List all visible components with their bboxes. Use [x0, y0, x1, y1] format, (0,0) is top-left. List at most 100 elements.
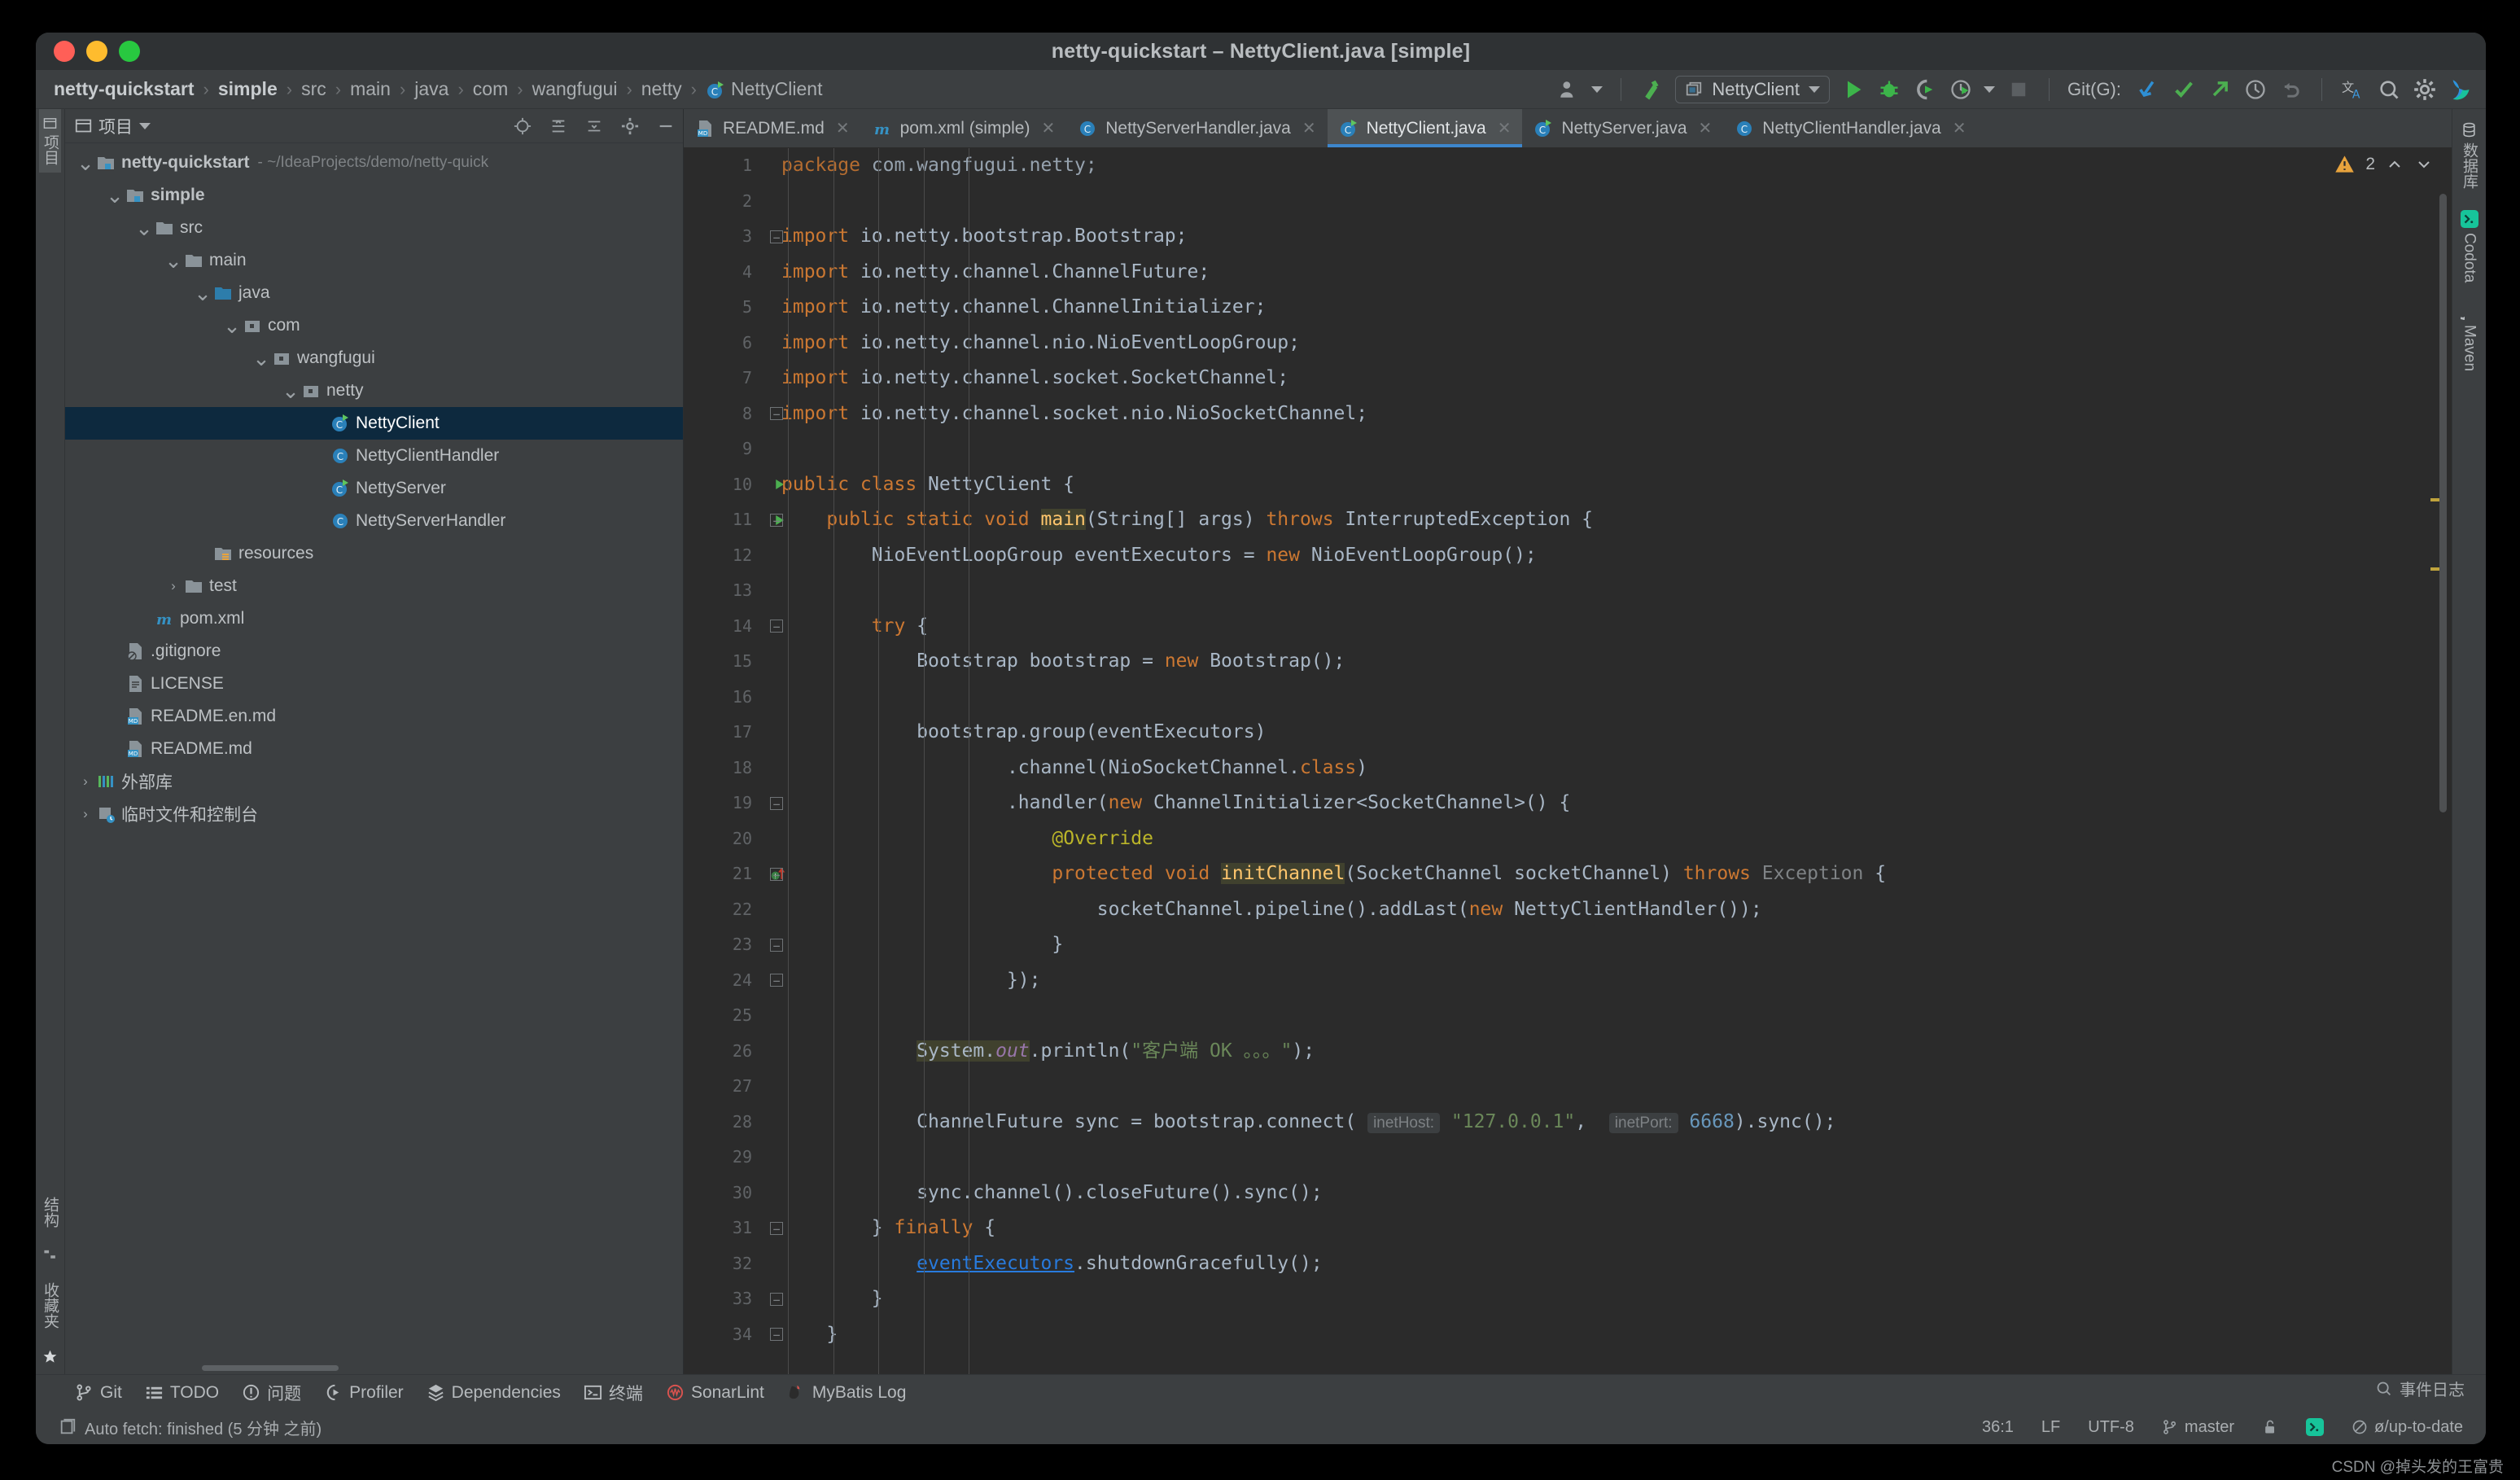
profile-icon[interactable] — [1948, 77, 1973, 102]
code-line[interactable]: .channel(NioSocketChannel.class) — [781, 751, 2424, 786]
tree-node[interactable]: MD README.md — [65, 733, 683, 765]
code-line[interactable] — [781, 1069, 2424, 1105]
tree-node[interactable]: m pom.xml — [65, 602, 683, 635]
tree-node[interactable]: C NettyServer — [65, 472, 683, 505]
code-line[interactable]: import io.netty.bootstrap.Bootstrap; — [781, 219, 2424, 255]
expand-all-icon[interactable] — [549, 117, 567, 135]
code-line[interactable] — [781, 431, 2424, 467]
tree-node[interactable]: C NettyClient — [65, 407, 683, 440]
code-line[interactable]: Bootstrap bootstrap = new Bootstrap(); — [781, 644, 2424, 680]
sidebar-tab-structure[interactable]: 结构 — [39, 1189, 61, 1235]
breadcrumb-item-src[interactable]: src — [298, 78, 330, 100]
line-number[interactable]: 22 — [684, 892, 762, 928]
line-separator[interactable]: LF — [2032, 1418, 2070, 1437]
editor-tab-nettyclient-java[interactable]: C NettyClient.java ✕ — [1327, 109, 1523, 147]
user-dropdown-caret[interactable] — [1591, 85, 1603, 93]
code-line[interactable]: import io.netty.channel.socket.nio.NioSo… — [781, 396, 2424, 432]
project-tree[interactable]: ⌄ netty-quickstart - ~/IdeaProjects/demo/n… — [65, 143, 683, 1374]
line-number[interactable]: 8− — [684, 396, 783, 432]
stop-icon[interactable] — [2006, 77, 2031, 102]
line-number[interactable]: 15 — [684, 644, 762, 680]
code-editor[interactable]: 1 2 3−4 5 6 7 8−9 10 11−12 13 14−15 16 17 18 19−20 21! −… — [684, 148, 2452, 1374]
breadcrumb-item-netty[interactable]: netty — [638, 78, 685, 100]
editor-scrollbar[interactable] — [2439, 194, 2447, 812]
rollback-icon[interactable] — [2278, 77, 2303, 102]
project-tree-horizontal-scrollbar[interactable] — [202, 1365, 339, 1371]
line-number[interactable]: 7 — [684, 361, 762, 396]
breadcrumb-item-simple[interactable]: simple — [215, 78, 281, 100]
codota-status-icon[interactable] — [2296, 1418, 2334, 1436]
line-number[interactable]: 11− — [684, 502, 784, 538]
line-number[interactable]: 26 — [684, 1034, 762, 1070]
close-icon[interactable]: ✕ — [1041, 118, 1055, 138]
breadcrumb-item-com[interactable]: com — [470, 78, 511, 100]
close-icon[interactable]: ✕ — [1699, 118, 1713, 138]
line-number[interactable]: 14− — [684, 609, 783, 645]
code-line[interactable]: socketChannel.pipeline().addLast(new Net… — [781, 892, 2424, 928]
line-number[interactable]: 28 — [684, 1105, 762, 1141]
tree-node[interactable]: resources — [65, 537, 683, 570]
git-commit-icon[interactable] — [2171, 77, 2196, 102]
code-line[interactable] — [781, 184, 2424, 220]
chevron-right-icon[interactable]: › — [164, 578, 182, 594]
bottom-tool--[interactable]: 问题 — [242, 1381, 301, 1405]
readonly-lock-toggle[interactable] — [2252, 1418, 2288, 1436]
code-line[interactable] — [781, 680, 2424, 716]
line-number[interactable]: 23− — [684, 927, 783, 963]
file-encoding[interactable]: UTF-8 — [2078, 1418, 2144, 1437]
code-line[interactable] — [781, 998, 2424, 1034]
tree-node[interactable]: ⌄ netty — [65, 374, 683, 407]
line-number[interactable]: 20 — [684, 821, 762, 857]
code-line[interactable]: } — [781, 1281, 2424, 1317]
chevron-down-icon[interactable]: ⌄ — [77, 152, 94, 173]
tree-node[interactable]: C NettyClientHandler — [65, 440, 683, 472]
tree-node[interactable]: ⌄ netty-quickstart - ~/IdeaProjects/demo/n… — [65, 147, 683, 179]
sidebar-tab-project[interactable]: 项目 — [39, 109, 61, 173]
profile-dropdown-caret[interactable] — [1984, 85, 1995, 93]
line-number[interactable]: 25 — [684, 998, 762, 1034]
caret-position[interactable]: 36:1 — [1972, 1418, 2023, 1437]
project-scope-caret[interactable] — [139, 122, 151, 129]
line-number[interactable]: 2 — [684, 184, 762, 220]
line-number[interactable]: 16 — [684, 680, 762, 716]
hide-panel-icon[interactable] — [657, 117, 675, 135]
git-state-widget[interactable]: ø/up-to-date — [2342, 1418, 2473, 1437]
chevron-down-icon[interactable]: ⌄ — [106, 185, 124, 206]
chevron-right-icon[interactable]: › — [77, 806, 94, 822]
search-everywhere-icon[interactable] — [2376, 77, 2401, 102]
code-line[interactable] — [781, 573, 2424, 609]
chevron-down-icon[interactable]: ⌄ — [282, 380, 300, 401]
code-line[interactable]: .handler(new ChannelInitializer<SocketCh… — [781, 786, 2424, 821]
chevron-down-icon[interactable]: ⌄ — [164, 250, 182, 271]
line-number[interactable]: 3− — [684, 219, 783, 255]
tree-node[interactable]: ⌄ wangfugui — [65, 342, 683, 374]
bottom-tool-sonarlint[interactable]: SonarLint — [666, 1383, 764, 1403]
code-line[interactable]: import io.netty.channel.nio.NioEventLoop… — [781, 326, 2424, 361]
inspection-widget[interactable]: 2 — [2334, 153, 2434, 175]
code-line[interactable]: package com.wangfugui.netty; — [781, 148, 2424, 184]
chevron-down-icon[interactable]: ⌄ — [223, 315, 241, 336]
line-number[interactable]: 19− — [684, 786, 783, 821]
code-line[interactable]: } finally { — [781, 1211, 2424, 1246]
code-line[interactable]: bootstrap.group(eventExecutors) — [781, 715, 2424, 751]
sidebar-tab-database[interactable]: 数据库 — [2458, 122, 2480, 189]
sidebar-tab-favorites[interactable]: 收藏夹 — [39, 1275, 61, 1336]
code-line[interactable]: System.out.println("客户端 OK 。。。"); — [781, 1034, 2424, 1070]
tree-node[interactable]: › test — [65, 570, 683, 602]
line-number[interactable]: 4 — [684, 255, 762, 291]
editor-tab-nettyserverhandler-java[interactable]: C NettyServerHandler.java ✕ — [1066, 109, 1327, 147]
breadcrumb-item-main[interactable]: main — [347, 78, 394, 100]
chevron-down-icon[interactable] — [2414, 155, 2434, 174]
debug-icon[interactable] — [1876, 77, 1901, 102]
tree-node[interactable]: ⌄ com — [65, 309, 683, 342]
chevron-down-icon[interactable]: ⌄ — [252, 348, 270, 369]
code-line[interactable]: }); — [781, 963, 2424, 999]
line-number[interactable]: 13 — [684, 573, 762, 609]
line-number[interactable]: 9 — [684, 431, 762, 467]
code-content[interactable]: package com.wangfugui.netty; import io.ne… — [762, 148, 2424, 1374]
background-tasks-icon[interactable] — [59, 1418, 77, 1436]
status-message[interactable]: Auto fetch: finished (5 分钟 之前) — [85, 1416, 322, 1439]
translate-icon[interactable]: 文A — [2340, 77, 2365, 102]
close-icon[interactable]: ✕ — [1498, 118, 1512, 138]
code-line[interactable] — [781, 1140, 2424, 1176]
